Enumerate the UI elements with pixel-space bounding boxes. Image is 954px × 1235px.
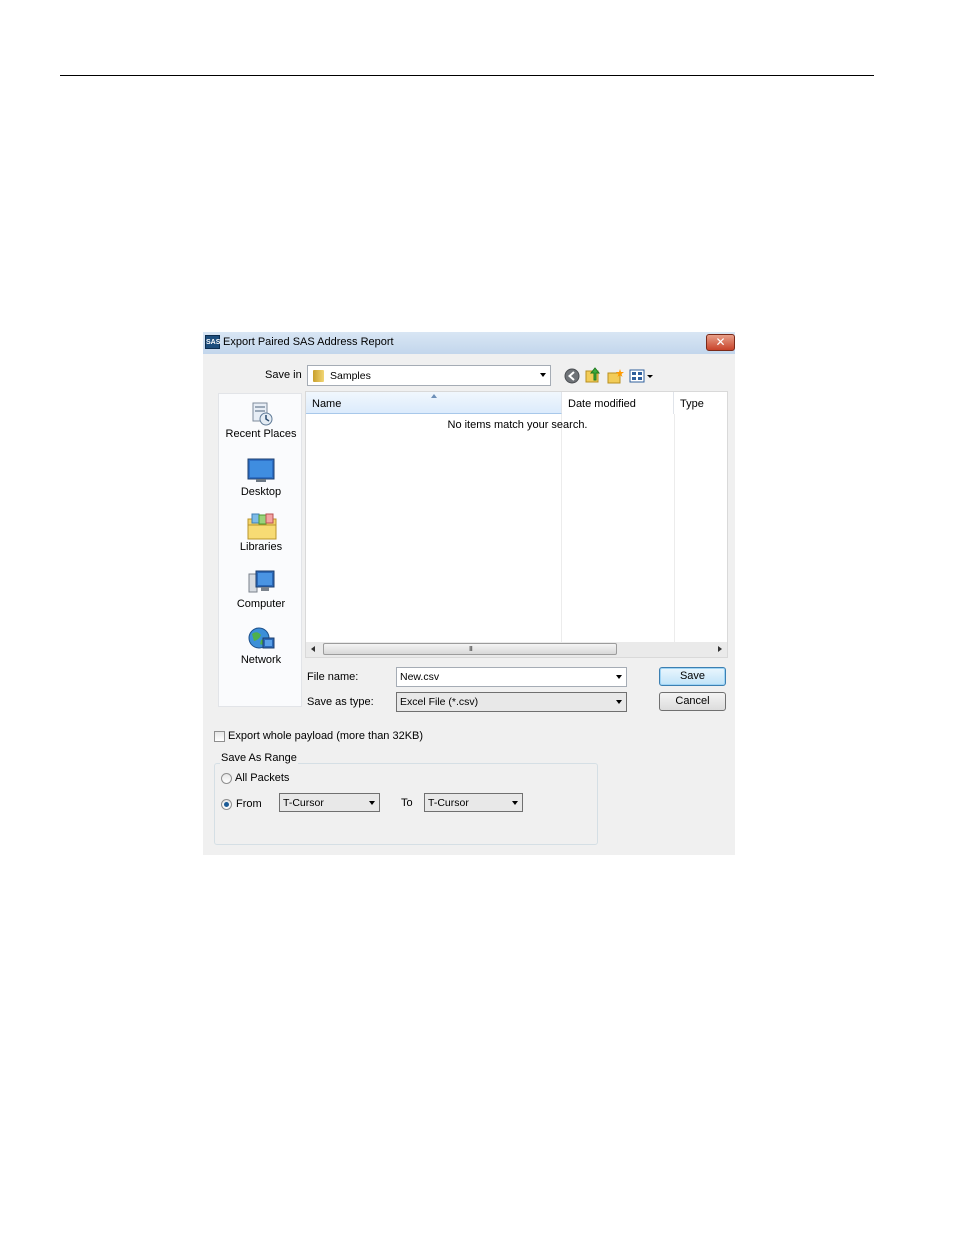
libraries-icon [247,513,277,540]
from-dropdown[interactable]: T-Cursor [279,793,380,812]
places-bar: Recent Places Desktop Libraries Computer… [218,393,302,707]
file-list[interactable]: Name Date modified Type No items match y… [305,391,728,658]
column-divider [674,414,675,642]
scrollbar-grip: III [469,646,473,653]
horizontal-scrollbar[interactable]: III [306,642,727,657]
save-in-dropdown[interactable]: Samples [307,365,551,386]
computer-icon [248,570,275,593]
chevron-down-icon[interactable] [616,675,622,679]
from-label[interactable]: From [236,798,262,810]
all-packets-radio[interactable] [221,773,232,784]
place-label: Desktop [240,486,282,498]
column-header-name[interactable]: Name [306,392,562,414]
column-header-label: Type [680,398,704,410]
save-button[interactable]: Save [659,667,726,686]
page-header-rule [60,75,874,76]
to-label: To [401,797,413,809]
file-name-value: New.csv [400,671,440,683]
scrollbar-thumb[interactable]: III [323,643,617,655]
save-in-label: Save in [265,369,302,381]
to-dropdown-value: T-Cursor [428,797,469,809]
from-dropdown-value: T-Cursor [283,797,324,809]
column-divider [561,414,562,642]
place-label: Network [240,654,282,666]
scroll-right-icon[interactable] [718,646,722,652]
close-button[interactable]: ✕ [706,334,735,351]
place-label: Recent Places [225,428,297,440]
back-icon[interactable] [564,368,580,384]
export-dialog: SAS Export Paired SAS Address Report ✕ S… [203,332,735,855]
from-radio[interactable] [221,799,232,810]
export-payload-checkbox[interactable] [214,731,225,742]
place-recent-places[interactable]: Recent Places [219,400,303,440]
dialog-titlebar[interactable]: SAS Export Paired SAS Address Report ✕ [203,332,735,354]
place-libraries[interactable]: Libraries [219,513,303,553]
file-name-label: File name: [307,671,359,683]
chevron-down-icon [369,801,375,805]
recent-places-icon [252,402,273,426]
column-header-date-modified[interactable]: Date modified [562,392,674,414]
place-desktop[interactable]: Desktop [219,458,303,498]
chevron-down-icon [540,373,546,377]
place-computer[interactable]: Computer [219,570,303,610]
dialog-title: Export Paired SAS Address Report [223,336,394,348]
save-as-type-value: Excel File (*.csv) [400,696,479,708]
view-menu-icon[interactable] [629,368,655,384]
cancel-button[interactable]: Cancel [659,692,726,711]
all-packets-label[interactable]: All Packets [235,772,289,784]
new-folder-icon[interactable] [607,368,624,384]
place-label: Computer [236,598,286,610]
close-icon: ✕ [715,335,726,349]
up-folder-icon[interactable] [585,367,601,384]
save-in-value: Samples [330,370,371,382]
sas-app-icon: SAS [205,335,220,349]
network-icon [248,627,275,649]
chevron-down-icon [616,700,622,704]
column-header-label: Date modified [568,398,636,410]
column-header-label: Name [312,398,342,410]
desktop-icon [247,458,275,482]
scroll-left-icon[interactable] [311,646,315,652]
column-header-type[interactable]: Type [674,392,727,414]
to-dropdown[interactable]: T-Cursor [424,793,523,812]
place-network[interactable]: Network [219,626,303,666]
folder-icon [313,370,324,382]
save-as-range-label: Save As Range [220,752,298,764]
place-label: Libraries [239,541,283,553]
save-as-type-label: Save as type: [307,696,374,708]
export-payload-label[interactable]: Export whole payload (more than 32KB) [228,730,423,742]
save-as-type-dropdown[interactable]: Excel File (*.csv) [396,692,627,712]
sort-ascending-icon [431,394,437,398]
empty-list-message: No items match your search. [447,419,588,431]
file-name-input[interactable]: New.csv [396,667,627,687]
chevron-down-icon [512,801,518,805]
